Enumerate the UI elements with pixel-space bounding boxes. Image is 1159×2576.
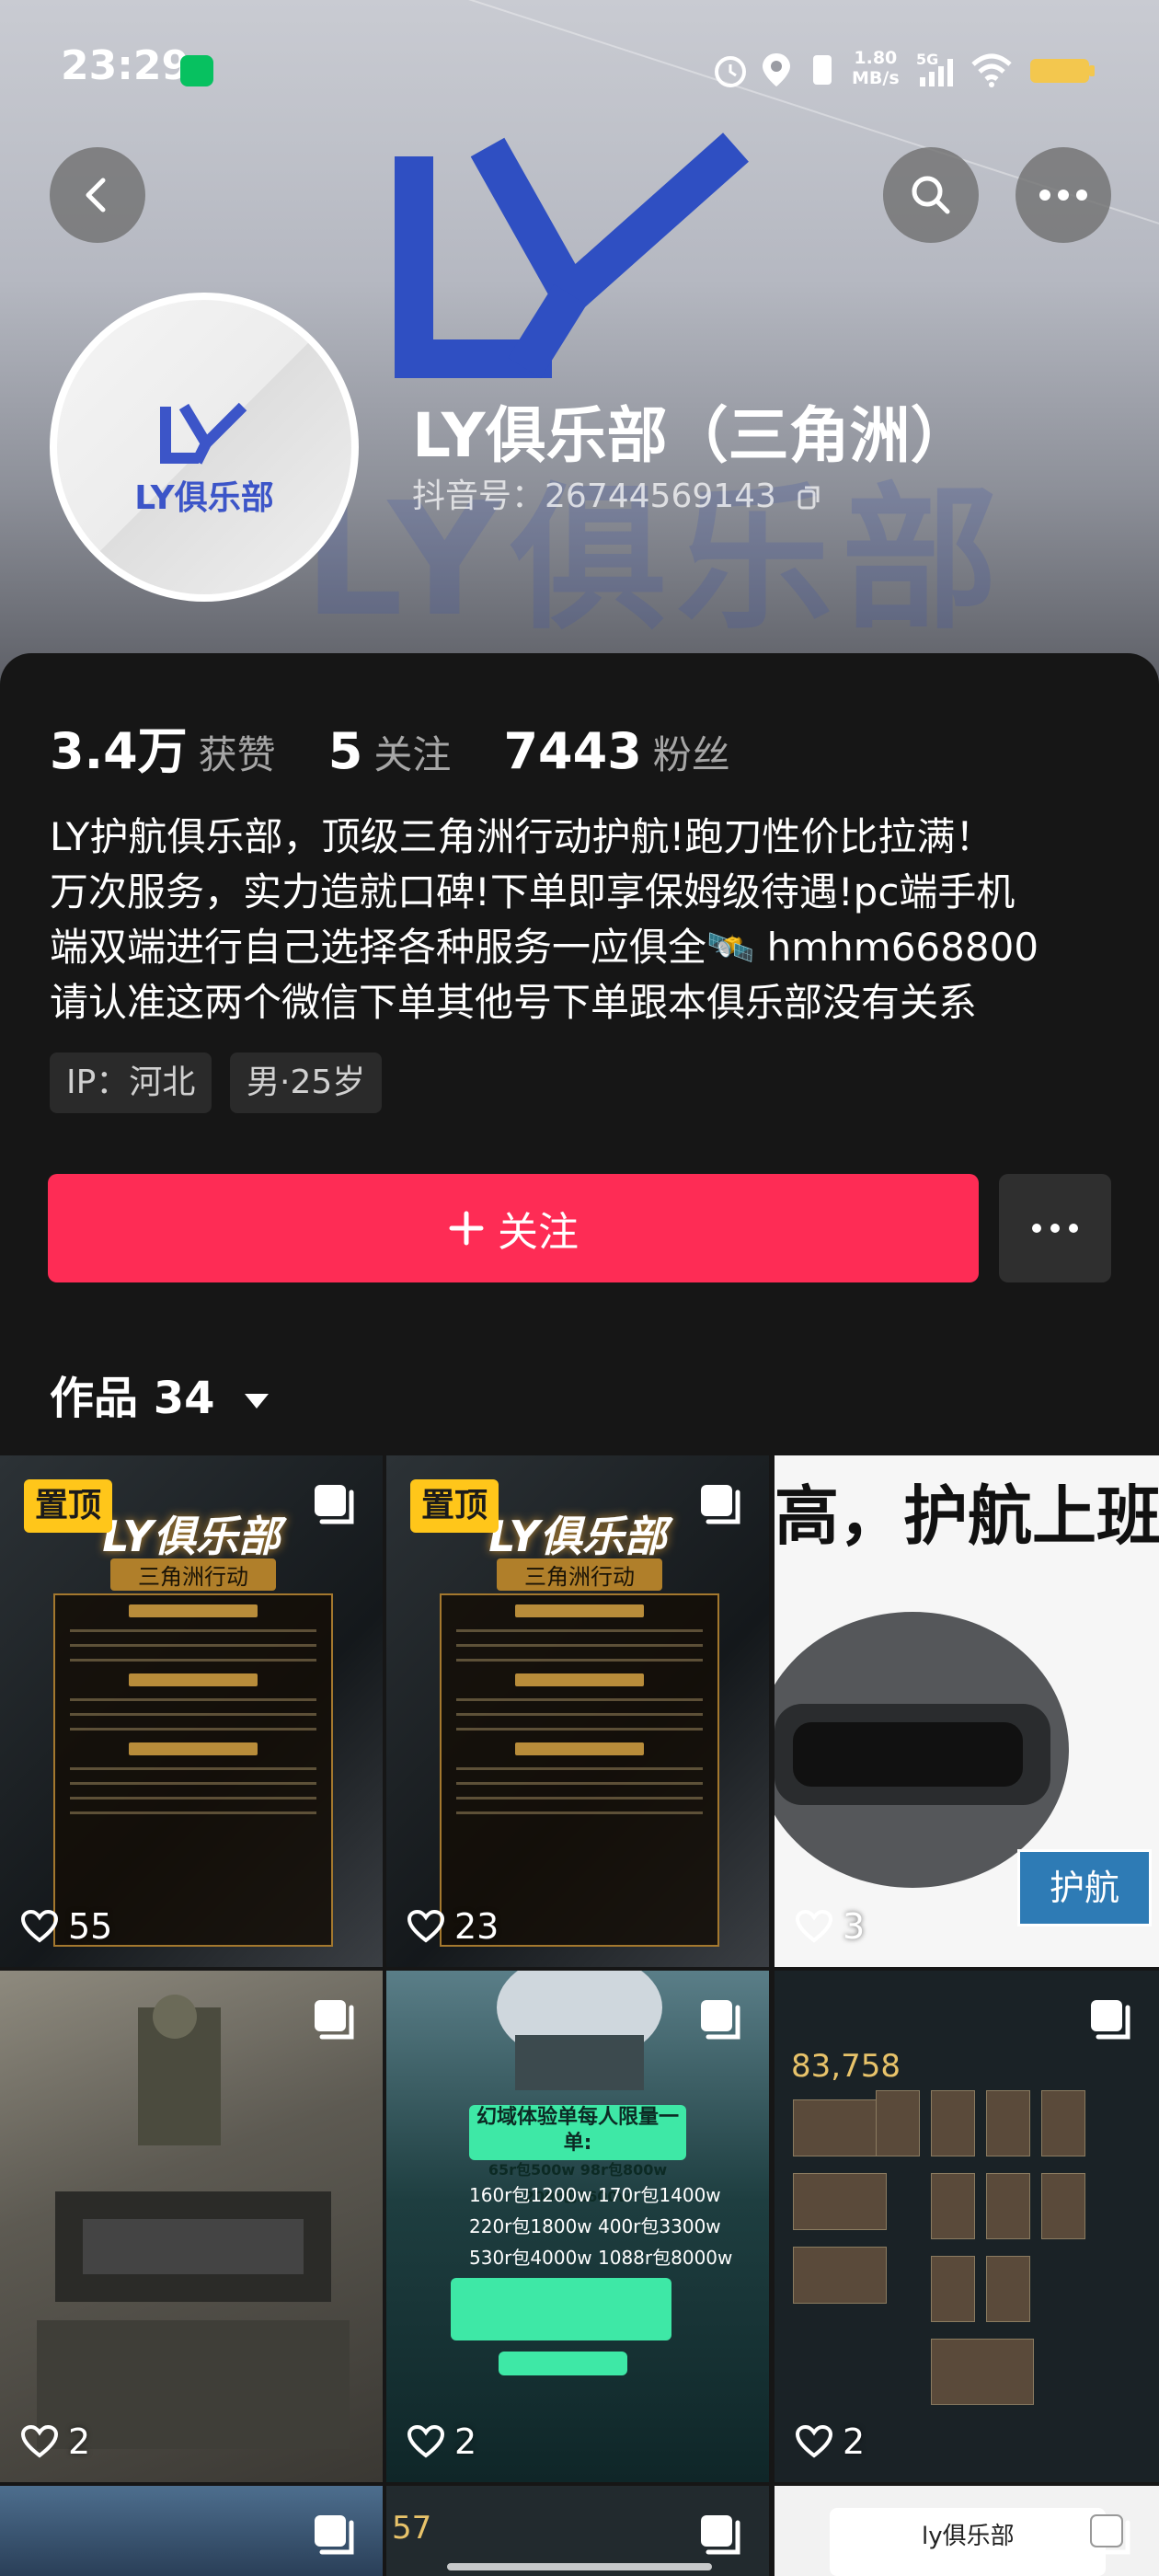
like-count: 2 <box>407 2421 476 2462</box>
like-count: 55 <box>20 1906 112 1947</box>
multi-image-icon <box>315 2000 354 2040</box>
svg-text:5G: 5G <box>916 51 938 68</box>
pinned-badge: 置顶 <box>410 1479 499 1533</box>
heart-icon <box>407 1909 445 1943</box>
video-thumbnail[interactable]: LY俱乐部 三角洲行动 置顶 23 <box>386 1455 769 1967</box>
back-arrow-icon <box>86 178 106 213</box>
follow-label: 关注 <box>498 1209 579 1256</box>
copy-icon[interactable] <box>796 484 823 512</box>
douyin-id-label: 抖音号： <box>412 477 545 515</box>
back-button[interactable] <box>50 147 145 243</box>
video-thumbnail[interactable]: 高，护航上班一 护航 3 <box>775 1455 1159 1967</box>
heart-icon <box>20 1909 59 1943</box>
avatar-label: LY俱乐部 <box>134 479 274 517</box>
vibrate-icon <box>813 55 832 85</box>
more-dots-icon <box>1039 190 1087 201</box>
game-counter: 83,758 <box>791 2048 901 2085</box>
tag-gender-age: 男·25岁 <box>230 1052 383 1113</box>
video-thumbnail[interactable]: 幻域体验单每人限量一单: 65r包500w 98r包800w 200r包1600w… <box>386 1971 769 2482</box>
tab-works[interactable]: 作品 34 <box>50 1362 270 1426</box>
stat-likes[interactable]: 3.4万 获赞 <box>50 722 324 780</box>
game-counter: 57 <box>392 2510 432 2547</box>
home-indicator[interactable] <box>447 2563 712 2570</box>
like-count: 23 <box>407 1906 499 1947</box>
pinned-badge: 置顶 <box>24 1479 113 1533</box>
promo-line: 530r包4000w 1088r包8000w <box>469 2247 733 2269</box>
multi-image-icon <box>701 2515 740 2555</box>
banner-logo-icon <box>395 132 749 379</box>
stats-row: 3.4万 获赞 5 关注 7443 粉丝 <box>50 710 778 783</box>
header-more-button[interactable] <box>1016 147 1111 243</box>
like-count: 2 <box>795 2421 865 2462</box>
video-thumbnail[interactable]: ly俱乐部 <box>775 2486 1159 2576</box>
search-button[interactable] <box>883 147 979 243</box>
status-time: 23:29 <box>61 42 190 89</box>
location-icon <box>763 53 790 86</box>
video-thumbnail[interactable]: 83,758 2 <box>775 1971 1159 2482</box>
heart-icon <box>407 2424 445 2458</box>
multi-image-icon <box>701 2000 740 2040</box>
poster-subtitle: 三角洲行动 <box>497 1558 662 1591</box>
bio-line: 请认准这两个微信下单其他号下单跟本俱乐部没有关系 <box>50 980 978 1025</box>
multi-image-icon <box>701 1485 740 1524</box>
bio-line: 端双端进行自己选择各种服务一应俱全🛰️ hmhm668800 <box>50 925 1039 970</box>
status-bar: 23:29 1.80 MB/s 5G <box>0 0 1159 138</box>
tag-ip: IP：河北 <box>50 1052 212 1113</box>
battery-icon <box>1030 59 1095 83</box>
more-actions-button[interactable] <box>999 1174 1111 1282</box>
plus-icon <box>449 1211 484 1246</box>
multi-image-icon <box>315 1485 354 1524</box>
character-image <box>497 1971 662 2090</box>
stat-followers[interactable]: 7443 粉丝 <box>503 722 777 780</box>
multi-image-icon <box>1090 2514 1130 2555</box>
bio-line: LY护航俱乐部，顶级三角洲行动护航!跑刀性价比拉满！ <box>50 814 994 859</box>
poster-subtitle: 三角洲行动 <box>110 1558 276 1591</box>
chat-label: ly俱乐部 <box>922 2523 1015 2550</box>
like-count: 2 <box>20 2421 90 2462</box>
video-thumbnail[interactable] <box>0 2486 383 2576</box>
search-icon <box>912 176 950 214</box>
avatar-logo-icon <box>160 402 247 465</box>
avatar[interactable]: LY俱乐部 <box>50 293 359 602</box>
stat-following[interactable]: 5 关注 <box>328 722 499 780</box>
bio: LY护航俱乐部，顶级三角洲行动护航!跑刀性价比拉满！ 万次服务，实力造就口碑!下… <box>50 810 1126 1030</box>
alarm-icon <box>715 56 746 87</box>
more-dots-icon <box>1032 1224 1078 1233</box>
profile-name: LY俱乐部（三角洲） <box>412 400 971 471</box>
heart-icon <box>795 2424 833 2458</box>
game-scene-image <box>37 1995 350 2449</box>
promo-title: 幻域体验单每人限量一单: 65r包500w 98r包800w 200r包1600w <box>469 2105 686 2205</box>
douyin-id-value: 26744569143 <box>545 477 776 515</box>
tab-works-label: 作品 34 <box>50 1373 215 1424</box>
video-thumbnail[interactable]: 2 <box>0 1971 383 2482</box>
like-count: 3 <box>795 1906 865 1947</box>
net-speed: 1.80 MB/s <box>852 48 900 88</box>
meme-caption: 高，护航上班一 <box>775 1478 1159 1554</box>
multi-image-icon <box>1091 2000 1130 2040</box>
multi-image-icon <box>315 2515 354 2555</box>
promo-line: 220r包1800w 400r包3300w <box>469 2215 721 2237</box>
signal-icon: 5G <box>916 51 953 86</box>
promo-line: 160r包1200w 170r包1400w <box>469 2184 721 2206</box>
wifi-icon <box>971 53 1012 87</box>
video-thumbnail[interactable]: LY俱乐部 三角洲行动 置顶 55 <box>0 1455 383 1967</box>
douyin-id[interactable]: 抖音号：26744569143 <box>412 469 823 517</box>
follow-button[interactable]: 关注 <box>48 1174 979 1282</box>
heart-icon <box>20 2424 59 2458</box>
chevron-down-icon <box>245 1394 270 1409</box>
meme-label: 护航 <box>1017 1849 1152 1926</box>
heart-icon <box>795 1909 833 1943</box>
wechat-icon <box>180 55 213 86</box>
bio-line: 万次服务，实力造就口碑!下单即享保姆级待遇!pc端手机 <box>50 869 1016 914</box>
